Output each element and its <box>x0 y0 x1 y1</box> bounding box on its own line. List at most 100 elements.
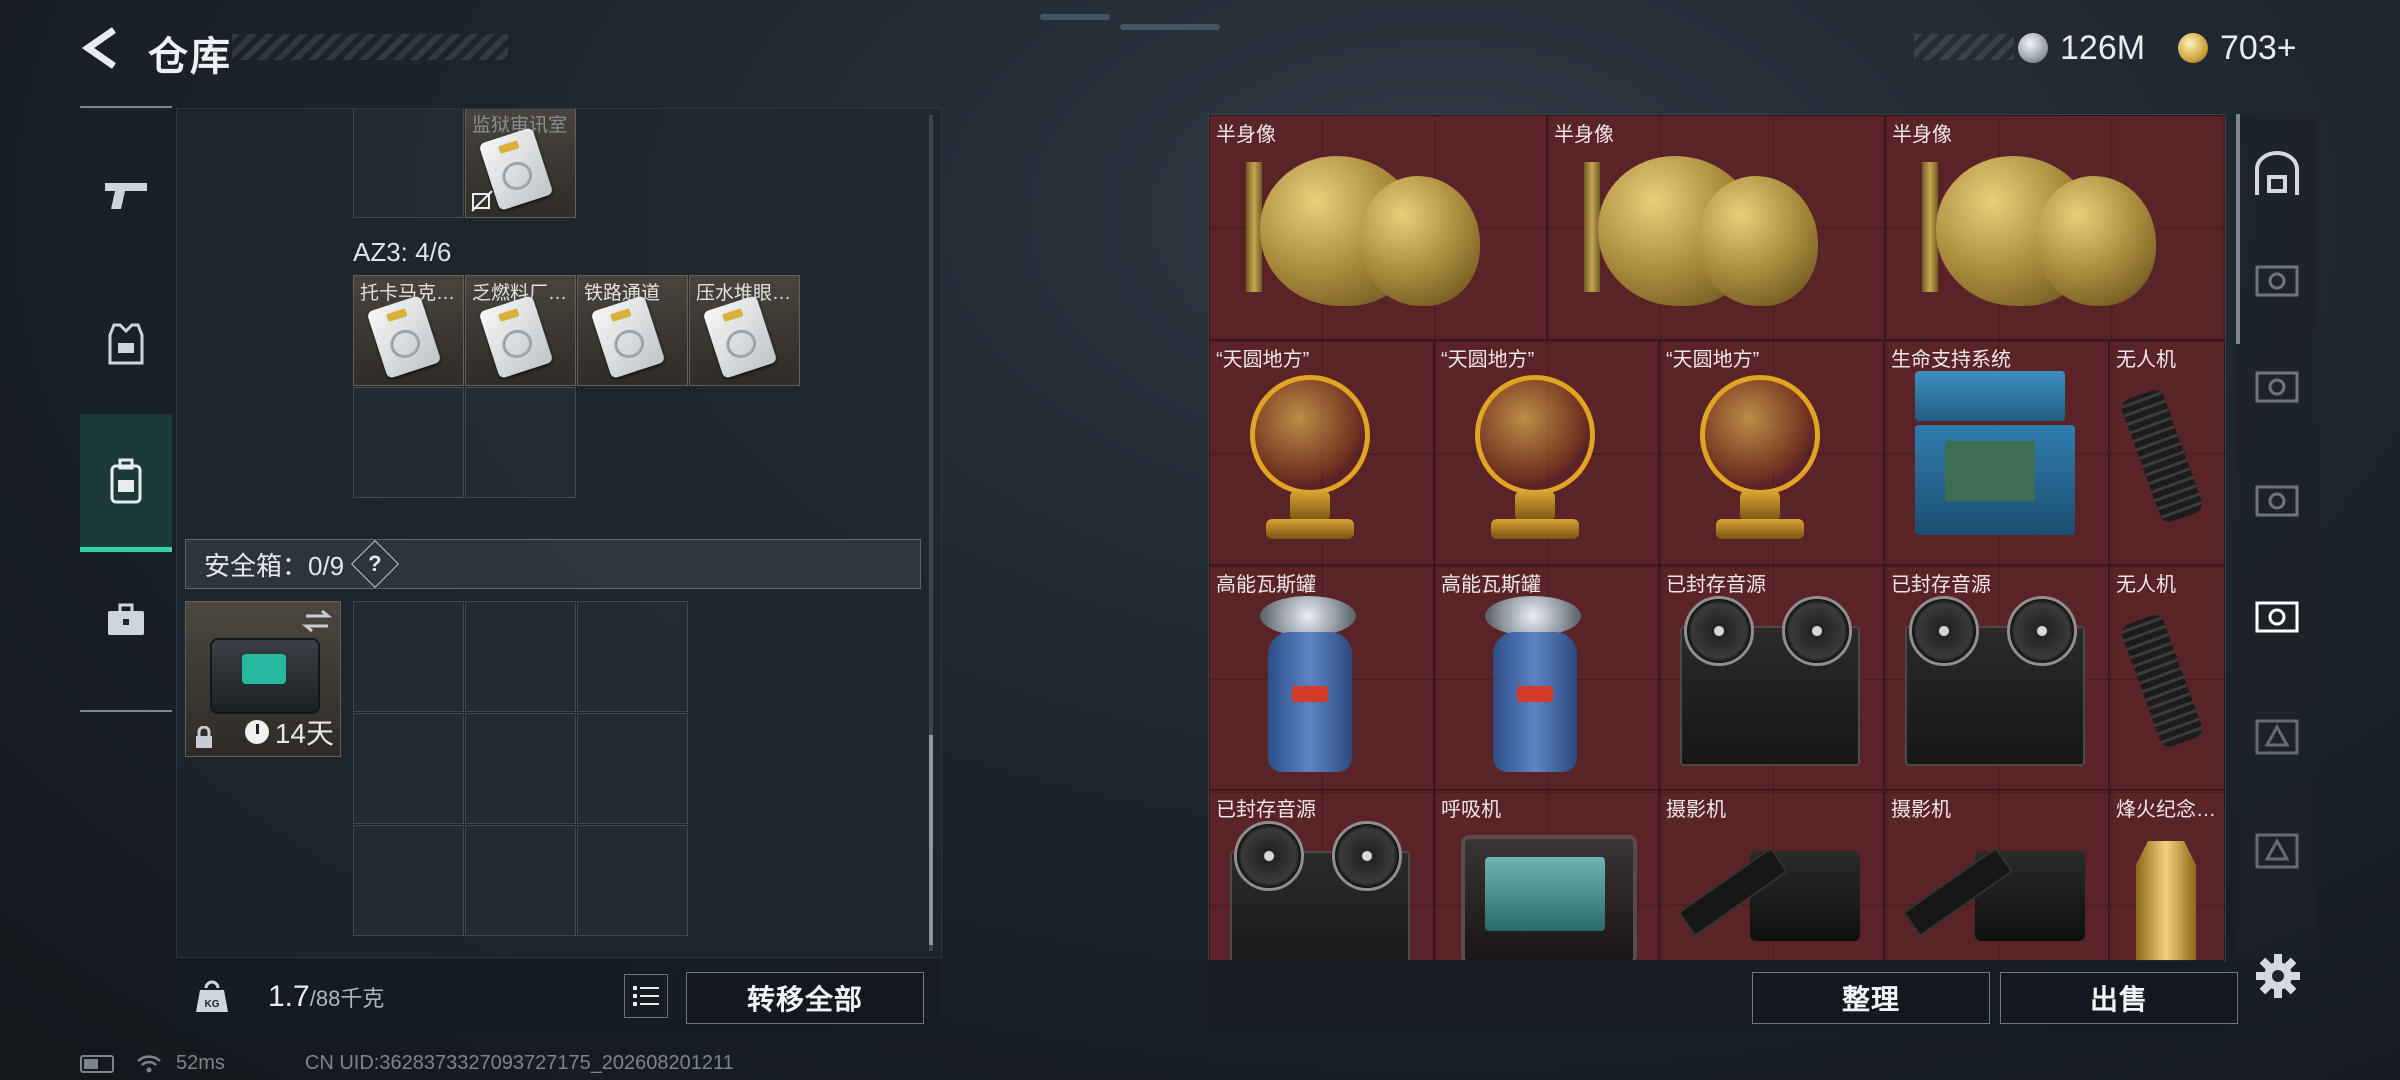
camera-item[interactable]: 摄影机 <box>1659 790 1884 961</box>
drone-item[interactable]: 无人机 <box>2109 565 2225 790</box>
swap-icon[interactable] <box>302 608 332 634</box>
bust-item[interactable]: 半身像 <box>1885 115 2223 340</box>
safe-slot[interactable] <box>353 601 464 712</box>
currency-gold[interactable]: 703+ <box>2178 24 2297 72</box>
item-name: “天圆地方” <box>1666 349 1760 371</box>
help-icon: ? <box>368 550 382 576</box>
item-name: 生命支持系统 <box>1891 349 2011 371</box>
empty-slot[interactable] <box>353 387 464 498</box>
back-button[interactable] <box>78 26 122 70</box>
life-support-item[interactable]: 生命支持系统 <box>1884 340 2109 565</box>
keycard-item[interactable]: 监狱审讯室 <box>465 109 576 218</box>
ping-value: 52ms <box>176 1052 225 1074</box>
backpack-icon <box>110 458 142 503</box>
rental-days: 14天 <box>244 712 334 752</box>
tab-backpack[interactable] <box>80 414 172 552</box>
back-arrow-icon <box>81 27 116 69</box>
reel-recorder-item[interactable]: 已封存音源 <box>1209 790 1434 961</box>
reel-recorder-item[interactable]: 已封存音源 <box>1659 565 1884 790</box>
keycard-image <box>478 295 554 379</box>
item-name: 高能瓦斯罐 <box>1441 574 1541 596</box>
recorder-reel <box>2007 596 2077 666</box>
armillary-base <box>1266 519 1354 539</box>
reel-recorder-item[interactable]: 已封存音源 <box>1884 565 2109 790</box>
item-name: 高能瓦斯罐 <box>1216 574 1316 596</box>
drone-item[interactable]: 无人机 <box>2109 340 2225 565</box>
safe-slot[interactable] <box>577 713 688 824</box>
armillary-item[interactable]: “天圆地方” <box>1209 340 1434 565</box>
filter-storage-iv[interactable] <box>2252 824 2302 874</box>
svg-text:KG: KG <box>205 999 220 1010</box>
scroll-thumb[interactable] <box>929 735 933 945</box>
life-support-circuit <box>1945 441 2035 501</box>
empty-slot[interactable] <box>465 387 576 498</box>
armillary-item[interactable]: “天圆地方” <box>1659 340 1884 565</box>
keycard-item[interactable]: 乏燃料厂… <box>465 275 576 386</box>
camera-item[interactable]: 摄影机 <box>1884 790 2109 961</box>
gas-burner <box>1260 596 1356 636</box>
keycard-image <box>702 295 778 379</box>
respirator-item[interactable]: 呼吸机 <box>1434 790 1659 961</box>
armillary-stand <box>1740 491 1780 521</box>
keycard-image <box>590 295 666 379</box>
armillary-item[interactable]: “天圆地方” <box>1434 340 1659 565</box>
safe-slot[interactable] <box>465 601 576 712</box>
tab-case[interactable] <box>80 574 172 666</box>
gold-coin-icon <box>2178 33 2208 63</box>
safe-slot[interactable] <box>465 713 576 824</box>
sidebar-divider <box>80 710 172 712</box>
item-name: 半身像 <box>1554 124 1614 146</box>
transfer-all-button[interactable]: 转移全部 <box>686 972 924 1024</box>
help-button[interactable]: ? <box>351 539 400 589</box>
warehouse-icon <box>2255 151 2299 195</box>
keycard-item[interactable]: 铁路通道 <box>577 275 688 386</box>
item-name: 半身像 <box>1892 124 1952 146</box>
empty-slot[interactable] <box>353 109 464 218</box>
warehouse-footer: 整理 出售 <box>1208 960 2238 1032</box>
settings-gear-icon[interactable] <box>2254 952 2302 1000</box>
left-scrollbar[interactable] <box>929 115 933 951</box>
filter-storage-iv[interactable] <box>2252 710 2302 760</box>
safe-slot[interactable] <box>465 825 576 936</box>
clock-icon <box>244 720 269 744</box>
item-name: 已封存音源 <box>1666 574 1766 596</box>
item-name: 已封存音源 <box>1891 574 1991 596</box>
memorial-item[interactable]: 烽火纪念… <box>2109 790 2225 961</box>
gas-tank-label <box>1517 686 1553 702</box>
sell-button[interactable]: 出售 <box>2000 972 2238 1024</box>
status-bar: 52ms CN UID:3628373327093727175_20260820… <box>80 1052 734 1075</box>
secure-case-item[interactable]: 14天 <box>185 601 341 757</box>
gas-burner <box>1485 596 1581 636</box>
bust-item[interactable]: 半身像 <box>1547 115 1885 340</box>
keycard-item[interactable]: 托卡马克… <box>353 275 464 386</box>
keycard-item[interactable]: 压水堆眼… <box>689 275 800 386</box>
list-view-button[interactable] <box>624 974 668 1018</box>
uid-text: CN UID:3628373327093727175_202608201211 <box>304 1052 734 1074</box>
filter-storage-v[interactable] <box>2252 474 2302 524</box>
item-name: 摄影机 <box>1891 799 1951 821</box>
tab-weapons[interactable] <box>80 150 172 242</box>
toolbox-icon <box>108 603 144 635</box>
sort-button[interactable]: 整理 <box>1752 972 1990 1024</box>
bust-item[interactable]: 半身像 <box>1209 115 1547 340</box>
safe-slot[interactable] <box>353 713 464 824</box>
tab-armor[interactable] <box>80 298 172 390</box>
recorder-reel <box>1684 596 1754 666</box>
safe-slot[interactable] <box>577 601 688 712</box>
silver-coin-icon <box>2018 33 2048 63</box>
rail-scrollbar[interactable] <box>2236 114 2240 344</box>
safe-slot[interactable] <box>353 825 464 936</box>
drone-part-image <box>2119 612 2205 750</box>
filter-all[interactable] <box>2252 150 2302 200</box>
life-support-top <box>1915 371 2065 421</box>
days-remaining: 14天 <box>274 718 334 749</box>
filter-storage-v[interactable] <box>2252 254 2302 304</box>
armillary-base <box>1716 519 1804 539</box>
safe-slot[interactable] <box>577 825 688 936</box>
bust-head <box>1698 176 1818 306</box>
gas-tank-item[interactable]: 高能瓦斯罐 <box>1209 565 1434 790</box>
filter-storage-v-active[interactable] <box>2252 590 2302 640</box>
gas-tank-item[interactable]: 高能瓦斯罐 <box>1434 565 1659 790</box>
filter-storage-v[interactable] <box>2252 360 2302 410</box>
currency-silver[interactable]: 126M <box>2018 24 2145 72</box>
